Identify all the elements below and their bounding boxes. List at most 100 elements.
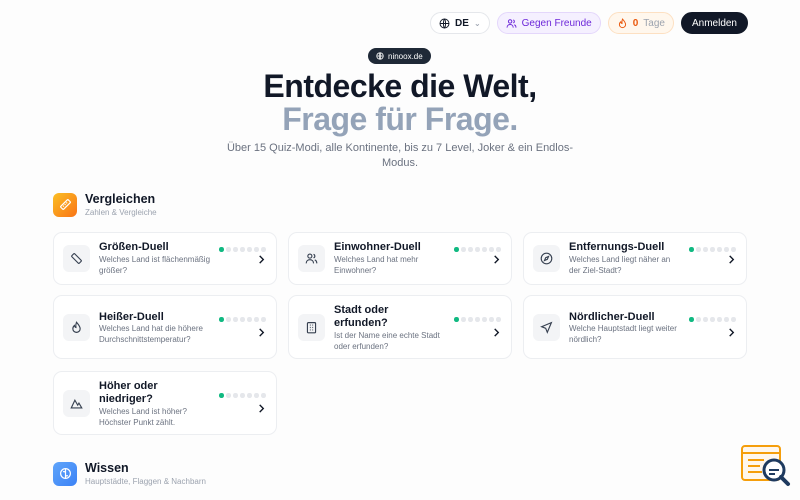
section-header-wissen: Wissen Hauptstädte, Flaggen & Nachbarn xyxy=(53,461,206,486)
level-dot xyxy=(461,317,466,322)
level-dot-completed xyxy=(219,317,224,322)
chevron-right-icon xyxy=(729,328,735,337)
chevron-right-icon xyxy=(259,328,265,337)
level-dot xyxy=(731,247,736,252)
streak-unit: Tage xyxy=(643,17,665,29)
card-title: Einwohner-Duell xyxy=(334,241,421,253)
level-dot xyxy=(226,393,231,398)
level-dot-completed xyxy=(454,247,459,252)
ruler-icon xyxy=(53,192,77,217)
level-dot xyxy=(233,393,238,398)
level-progress xyxy=(454,317,501,322)
level-dot xyxy=(724,317,729,322)
level-dot xyxy=(254,393,259,398)
section-subtitle: Hauptstädte, Flaggen & Nachbarn xyxy=(85,477,206,486)
card-description: Ist der Name eine echte Stadt oder erfun… xyxy=(334,331,440,351)
level-dot xyxy=(475,247,480,252)
level-dot xyxy=(468,317,473,322)
friends-button[interactable]: Gegen Freunde xyxy=(496,12,601,34)
card-title: Nördlicher-Duell xyxy=(569,311,655,323)
level-dot xyxy=(710,317,715,322)
chevron-down-icon: ⌄ xyxy=(473,18,481,28)
page-subtitle: Über 15 Quiz-Modi, alle Kontinente, bis … xyxy=(226,142,574,169)
level-dot xyxy=(247,247,252,252)
level-progress xyxy=(219,393,266,398)
chevron-right-icon xyxy=(729,255,735,264)
ruler-icon xyxy=(63,245,90,272)
level-progress xyxy=(219,247,266,252)
level-dot xyxy=(482,317,487,322)
level-dot xyxy=(696,317,701,322)
card-title: Entfernungs-Duell xyxy=(569,241,665,253)
card-title: Stadt oder erfunden? xyxy=(334,304,389,329)
level-progress xyxy=(219,317,266,322)
level-dot xyxy=(240,317,245,322)
language-label: DE xyxy=(455,17,469,29)
quiz-card-einwohner-duell[interactable]: Einwohner-Duell Welches Land hat mehr Ei… xyxy=(288,232,512,285)
chevron-right-icon xyxy=(259,404,265,413)
level-dot xyxy=(717,247,722,252)
quiz-card-groessen-duell[interactable]: Größen-Duell Welches Land ist flächenmäß… xyxy=(53,232,277,285)
quiz-card-noerdlicher-duell[interactable]: Nördlicher-Duell Welche Hauptstadt liegt… xyxy=(523,295,747,359)
globe-icon xyxy=(439,18,450,28)
level-dot xyxy=(710,247,715,252)
quiz-card-stadt-oder-erfunden[interactable]: Stadt oder erfunden? Ist der Name eine e… xyxy=(288,295,512,359)
navigation-icon xyxy=(533,314,560,341)
globe-icon xyxy=(376,52,384,60)
card-description: Welches Land hat mehr Einwohner? xyxy=(334,255,419,275)
users-icon xyxy=(298,245,325,272)
language-selector[interactable]: DE ⌄ xyxy=(430,12,490,34)
level-dot xyxy=(226,317,231,322)
level-dot-completed xyxy=(219,393,224,398)
level-dot xyxy=(696,247,701,252)
brain-icon xyxy=(53,461,77,486)
section-subtitle: Zahlen & Vergleiche xyxy=(85,208,157,217)
level-dot xyxy=(254,247,259,252)
level-dot xyxy=(247,317,252,322)
streak-badge[interactable]: 0 Tage xyxy=(607,12,674,34)
streak-count: 0 xyxy=(632,17,639,29)
level-dot xyxy=(261,393,266,398)
card-title: Höher oder niedriger? xyxy=(99,380,158,405)
level-dot xyxy=(461,247,466,252)
friends-label: Gegen Freunde xyxy=(521,17,592,29)
section-title: Vergleichen xyxy=(85,192,156,206)
quiz-card-heisser-duell[interactable]: Heißer-Duell Welches Land hat die höhere… xyxy=(53,295,277,359)
login-button[interactable]: Anmelden xyxy=(680,12,748,34)
chevron-right-icon xyxy=(494,255,500,264)
site-badge[interactable]: ninoox.de xyxy=(368,48,431,64)
level-dot xyxy=(724,247,729,252)
section-header-vergleichen: Vergleichen Zahlen & Vergleiche xyxy=(53,192,157,217)
level-progress xyxy=(689,317,736,322)
title-line-1: Entdecke die Welt, xyxy=(263,68,537,104)
level-dot xyxy=(482,247,487,252)
level-dot-completed xyxy=(219,247,224,252)
level-dot xyxy=(489,247,494,252)
level-dot xyxy=(247,393,252,398)
level-dot xyxy=(261,247,266,252)
level-dot xyxy=(496,247,501,252)
level-dot xyxy=(703,247,708,252)
site-badge-label: ninoox.de xyxy=(388,51,423,61)
level-dot xyxy=(233,247,238,252)
level-dot xyxy=(731,317,736,322)
chevron-right-icon xyxy=(494,328,500,337)
section-title: Wissen xyxy=(85,461,129,475)
level-dot xyxy=(233,317,238,322)
level-dot xyxy=(717,317,722,322)
level-dot xyxy=(496,317,501,322)
level-dot xyxy=(240,393,245,398)
mountain-icon xyxy=(63,390,90,417)
level-dot xyxy=(468,247,473,252)
quiz-card-entfernungs-duell[interactable]: Entfernungs-Duell Welches Land liegt näh… xyxy=(523,232,747,285)
quiz-card-hoeher-oder-niedriger[interactable]: Höher oder niedriger? Welches Land ist h… xyxy=(53,371,277,435)
feedback-widget-icon[interactable] xyxy=(740,444,792,492)
chevron-right-icon xyxy=(259,255,265,264)
flame-icon xyxy=(618,17,626,28)
card-description: Welche Hauptstadt liegt weiter nördlich? xyxy=(569,324,677,344)
level-dot xyxy=(226,247,231,252)
level-dot xyxy=(240,247,245,252)
card-description: Welches Land hat die höhere Durchschnitt… xyxy=(99,324,203,344)
title-line-2: Frage für Frage. xyxy=(282,101,518,137)
card-title: Heißer-Duell xyxy=(99,311,164,323)
